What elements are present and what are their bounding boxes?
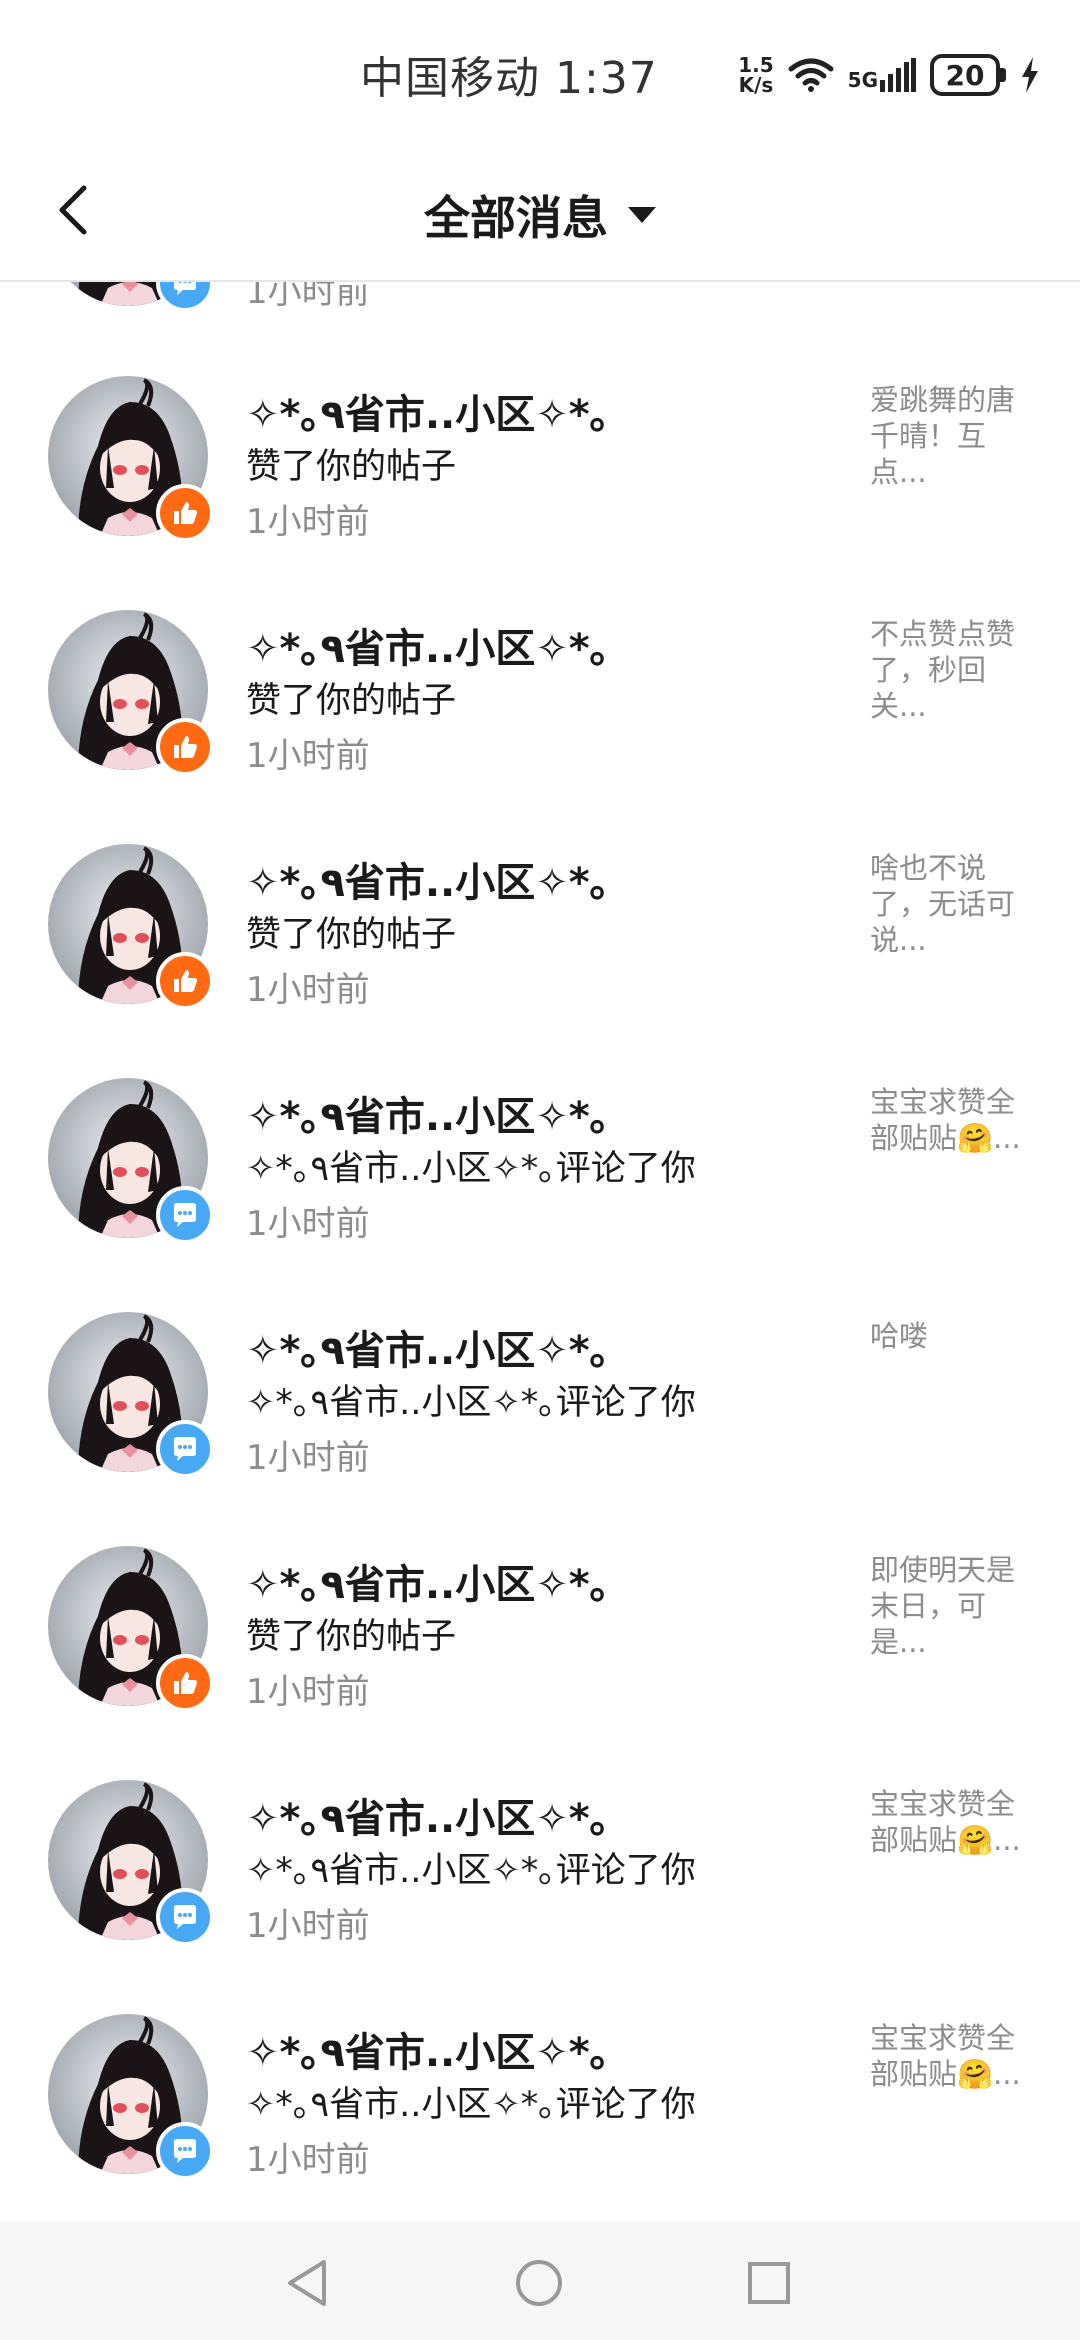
back-triangle-icon[interactable] bbox=[284, 2258, 330, 2308]
user-name[interactable]: ✧*｡٩省市..小区✧*｡ bbox=[246, 1084, 610, 1142]
system-nav-bar bbox=[0, 2222, 1080, 2340]
signal-icon bbox=[880, 58, 916, 92]
post-preview[interactable]: 宝宝求赞全部贴贴🤗... bbox=[870, 1084, 1030, 1156]
message-action: 赞了你的帖子 bbox=[246, 1617, 457, 1657]
list-item[interactable]: ✧*｡٩省市..小区✧*｡ ✧*｡٩省市..小区✧*｡评论了你 1小时前 宝宝求赞全部… bbox=[0, 2014, 1080, 2222]
like-badge-icon bbox=[156, 484, 214, 542]
message-list[interactable]: 1小时前 ✧*｡٩省市..小区✧*｡ 赞了你的帖子 1小时前 爱跳舞的唐千晴！互点..… bbox=[0, 282, 1080, 2222]
list-item[interactable]: ✧*｡٩省市..小区✧*｡ 赞了你的帖子 1小时前 即使明天是末日，可是... bbox=[0, 1546, 1080, 1780]
message-action: 赞了你的帖子 bbox=[246, 681, 457, 721]
message-time: 1小时前 bbox=[246, 502, 370, 542]
message-action: ✧*｡٩省市..小区✧*｡评论了你 bbox=[246, 2085, 696, 2125]
like-badge-icon bbox=[156, 1654, 214, 1712]
carrier-time: 中国移动 1:37 bbox=[360, 53, 658, 104]
user-name[interactable]: ✧*｡٩省市..小区✧*｡ bbox=[246, 616, 610, 674]
net-speed-unit: K/s bbox=[738, 73, 774, 97]
comment-badge-icon bbox=[156, 2122, 214, 2180]
message-action: ✧*｡٩省市..小区✧*｡评论了你 bbox=[246, 1149, 696, 1189]
list-item[interactable]: ✧*｡٩省市..小区✧*｡ 赞了你的帖子 1小时前 不点赞点赞了，秒回关... bbox=[0, 610, 1080, 844]
list-item[interactable]: ✧*｡٩省市..小区✧*｡ ✧*｡٩省市..小区✧*｡评论了你 1小时前 哈喽 bbox=[0, 1312, 1080, 1546]
page-title: 全部消息 bbox=[424, 191, 608, 245]
battery-level: 20 bbox=[930, 54, 1000, 96]
list-item[interactable]: ✧*｡٩省市..小区✧*｡ 赞了你的帖子 1小时前 爱跳舞的唐千晴！互点... bbox=[0, 376, 1080, 610]
message-time: 1小时前 bbox=[246, 2140, 370, 2180]
recents-square-icon[interactable] bbox=[746, 2260, 792, 2306]
message-action: 赞了你的帖子 bbox=[246, 915, 457, 955]
comment-badge-icon bbox=[156, 1888, 214, 1946]
message-action: ✧*｡٩省市..小区✧*｡评论了你 bbox=[246, 1383, 696, 1423]
list-item[interactable]: ✧*｡٩省市..小区✧*｡ ✧*｡٩省市..小区✧*｡评论了你 1小时前 宝宝求赞全部… bbox=[0, 1078, 1080, 1312]
user-name[interactable]: ✧*｡٩省市..小区✧*｡ bbox=[246, 1552, 610, 1610]
post-preview[interactable]: 啥也不说了，无话可说... bbox=[870, 850, 1030, 958]
post-preview[interactable]: 宝宝求赞全部贴贴🤗... bbox=[870, 2020, 1030, 2092]
message-action: ✧*｡٩省市..小区✧*｡评论了你 bbox=[246, 1851, 696, 1891]
post-preview[interactable]: 哈喽 bbox=[870, 1318, 1030, 1354]
wifi-icon bbox=[788, 58, 834, 92]
home-circle-icon[interactable] bbox=[514, 2258, 564, 2308]
post-preview[interactable]: 不点赞点赞了，秒回关... bbox=[870, 616, 1030, 724]
user-name[interactable]: ✧*｡٩省市..小区✧*｡ bbox=[246, 1786, 610, 1844]
list-item[interactable]: ✧*｡٩省市..小区✧*｡ ✧*｡٩省市..小区✧*｡评论了你 1小时前 宝宝求赞全部… bbox=[0, 1780, 1080, 2014]
message-time: 1小时前 bbox=[246, 970, 370, 1010]
battery-icon: 20 bbox=[930, 54, 1006, 96]
net-speed: 1.5 K/s bbox=[738, 55, 773, 95]
nav-bar: 全部消息 bbox=[0, 150, 1080, 282]
user-name[interactable]: ✧*｡٩省市..小区✧*｡ bbox=[246, 1318, 610, 1376]
comment-badge-icon bbox=[156, 1420, 214, 1478]
post-preview[interactable]: 即使明天是末日，可是... bbox=[870, 1552, 1030, 1660]
user-name[interactable]: ✧*｡٩省市..小区✧*｡ bbox=[246, 850, 610, 908]
message-time: 1小时前 bbox=[246, 1438, 370, 1478]
user-name[interactable]: ✧*｡٩省市..小区✧*｡ bbox=[246, 2020, 610, 2078]
like-badge-icon bbox=[156, 952, 214, 1010]
status-bar: 中国移动 1:37 1.5 K/s 5G 20 bbox=[0, 0, 1080, 150]
message-time: 1小时前 bbox=[246, 1906, 370, 1946]
message-action: 赞了你的帖子 bbox=[246, 447, 457, 487]
charging-icon bbox=[1022, 57, 1038, 93]
comment-badge-icon bbox=[156, 282, 214, 312]
like-badge-icon bbox=[156, 718, 214, 776]
network-type: 5G bbox=[847, 68, 878, 92]
list-item[interactable]: ✧*｡٩省市..小区✧*｡ 赞了你的帖子 1小时前 啥也不说了，无话可说... bbox=[0, 844, 1080, 1078]
message-time: 1小时前 bbox=[246, 1204, 370, 1244]
message-time: 1小时前 bbox=[246, 282, 370, 312]
list-item-partial[interactable]: 1小时前 bbox=[0, 282, 1080, 380]
post-preview[interactable]: 爱跳舞的唐千晴！互点... bbox=[870, 382, 1030, 490]
user-name[interactable]: ✧*｡٩省市..小区✧*｡ bbox=[246, 382, 610, 440]
message-filter-dropdown[interactable]: 全部消息 bbox=[0, 182, 1080, 248]
status-icons: 1.5 K/s 5G 20 bbox=[738, 50, 1040, 100]
comment-badge-icon bbox=[156, 1186, 214, 1244]
post-preview[interactable]: 宝宝求赞全部贴贴🤗... bbox=[870, 1786, 1030, 1858]
caret-down-icon bbox=[628, 207, 656, 223]
message-time: 1小时前 bbox=[246, 736, 370, 776]
message-time: 1小时前 bbox=[246, 1672, 370, 1712]
net-speed-value: 1.5 bbox=[738, 53, 774, 77]
